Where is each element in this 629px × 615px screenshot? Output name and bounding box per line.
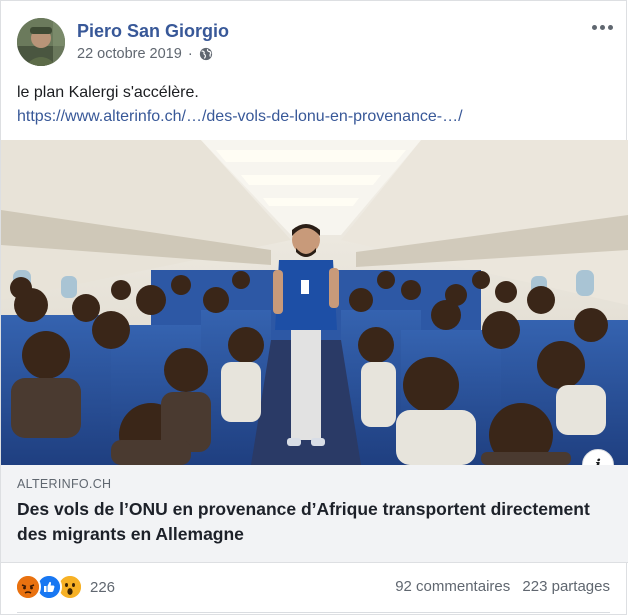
post-date[interactable]: 22 octobre 2019 (77, 46, 182, 62)
link-title: Des vols de l’ONU en provenance d’Afriqu… (17, 499, 590, 544)
engagement-stats: 92 commentaires 223 partages (395, 578, 610, 595)
separator-dot: · (187, 46, 193, 62)
more-options-button[interactable] (588, 15, 616, 39)
footer-divider (17, 612, 610, 613)
reaction-count: 226 (90, 578, 116, 596)
post-header: Piero San Giorgio 22 octobre 2019 · (1, 1, 626, 77)
avatar[interactable] (17, 18, 65, 66)
avatar-image (17, 18, 65, 66)
angry-icon (15, 574, 41, 600)
link-preview-card[interactable]: ALTERINFO.CH Des vols de l’ONU en proven… (1, 465, 628, 563)
more-dot-icon (591, 24, 597, 30)
shares-count[interactable]: 223 partages (522, 578, 610, 595)
more-dot-icon (607, 24, 613, 30)
author-name[interactable]: Piero San Giorgio (77, 21, 229, 42)
post-meta: 22 octobre 2019 · (77, 46, 213, 62)
comments-count[interactable]: 92 commentaires (395, 578, 510, 595)
link-domain: ALTERINFO.CH (17, 477, 112, 491)
post-text: le plan Kalergi s'accélère. (17, 84, 199, 101)
post-footer: 226 92 commentaires 223 partages (1, 563, 626, 613)
airplane-cabin-photo (1, 140, 628, 465)
more-dot-icon (599, 24, 605, 30)
facebook-post: Piero San Giorgio 22 octobre 2019 · le p… (0, 0, 628, 615)
reactions-summary[interactable]: 226 (15, 574, 115, 600)
post-link[interactable]: https://www.alterinfo.ch/…/des-vols-de-l… (17, 105, 463, 129)
globe-icon[interactable] (199, 47, 213, 61)
link-preview-image[interactable] (1, 140, 628, 465)
